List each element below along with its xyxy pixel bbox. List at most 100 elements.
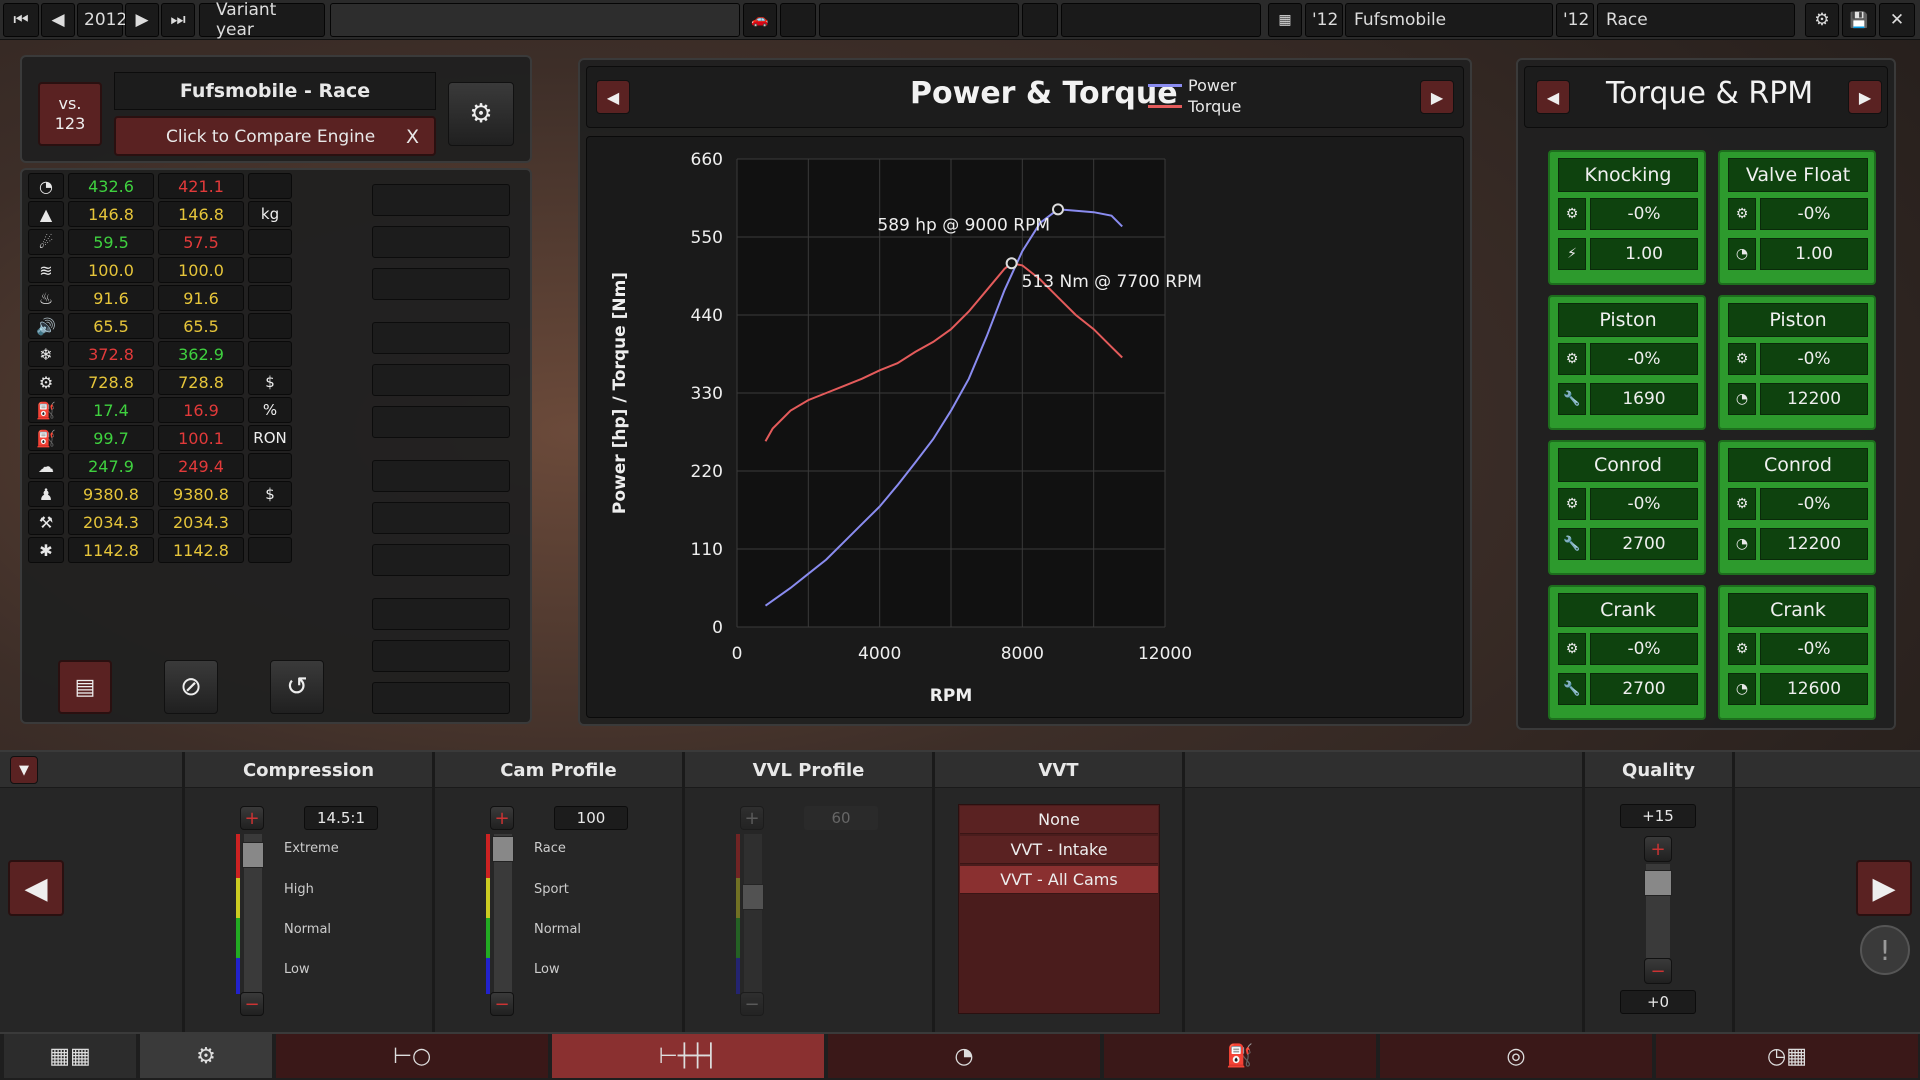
divider [182,752,185,1040]
car-icon: 🚗 [751,12,769,28]
nav-tab-top-end[interactable]: ⊢┼┼┤ [552,1034,824,1078]
speedometer-icon: ◔ [28,173,64,199]
knock-icon: ⚡ [1558,238,1586,270]
pistons-icon: ⚙ [469,99,493,129]
limit-percent: -0% [1760,488,1868,520]
stat-current-value: 2034.3 [68,509,154,535]
stats-slot-column [362,172,520,714]
y-tick-label: 550 [691,228,723,248]
gauge-icon: ◔ [1728,238,1756,270]
limit-percent: -0% [1590,488,1698,520]
slider-handle[interactable] [492,836,514,862]
clear-compare-icon[interactable]: X [406,126,419,148]
car-trim-field[interactable] [1061,3,1261,37]
collapse-button[interactable]: ▼ [10,756,38,784]
empty-slot-2[interactable] [1022,3,1058,37]
prev-year-button[interactable]: ◀ [41,3,75,37]
stat-unit [248,313,292,339]
plus-icon: + [494,807,510,829]
settings-button[interactable]: ⚙ [1805,3,1839,37]
stat-compare-value: 728.8 [158,369,244,395]
quality-min-label: +0 [1620,990,1696,1014]
stat-current-value: 728.8 [68,369,154,395]
nav-tab-aspiration[interactable]: ◔ [828,1034,1100,1078]
compression-decrease-button[interactable]: − [240,992,264,1016]
nav-tab-exhaust[interactable]: ◎ [1380,1034,1652,1078]
next-page-button[interactable]: ▶ [1856,860,1912,916]
limit-box: Crank ⚙ -0% ◔ 12600 [1718,585,1876,720]
report-button[interactable]: ▤ [58,660,112,714]
nav-tab-test[interactable]: ◷▦ [1656,1034,1918,1078]
stat-slot [372,544,510,576]
stat-current-value: 146.8 [68,201,154,227]
vvt-option-intake[interactable]: VVT - Intake [960,836,1158,864]
last-year-button[interactable]: ⏭ [161,3,195,37]
engine-family-button[interactable]: ▦ [1268,3,1302,37]
quality-handle[interactable] [1644,870,1672,896]
cam-increase-button[interactable]: + [490,806,514,830]
engine-name[interactable]: Fufsmobile [1345,3,1553,37]
nav-tab-block[interactable]: ▦▦ [4,1034,136,1078]
prev-page-button[interactable]: ◀ [8,860,64,916]
arrow-right-icon: ▶ [135,10,149,30]
vvl-profile-header: VVL Profile [752,759,865,781]
camshaft-icon: ⊢┼┼┤ [658,1043,718,1069]
x-tick-label: 0 [732,644,743,664]
compare-engine-button[interactable]: Click to Compare Engine X [114,116,436,156]
cam-profile-slider[interactable]: + − [486,806,516,1016]
limit-box: Piston ⚙ -0% ◔ 12200 [1718,295,1876,430]
stat-unit: RON [248,425,292,451]
limit-title: Conrod [1728,448,1868,482]
car-button[interactable]: 🚗 [743,3,777,37]
close-button[interactable]: ✕ [1879,3,1915,37]
next-year-button[interactable]: ▶ [125,3,159,37]
slider-handle[interactable] [242,842,264,868]
stat-compare-value: 362.9 [158,341,244,367]
vvt-option-all-cams[interactable]: VVT - All Cams [960,866,1158,894]
graph-prev-button[interactable]: ◀ [596,80,630,114]
limit-box: Knocking ⚙ -0% ⚡ 1.00 [1548,150,1706,285]
quality-decrease-button[interactable]: − [1644,958,1672,984]
level-bar-yellow [236,878,240,918]
nav-tab-head[interactable]: ⚙ [140,1034,272,1078]
save-button[interactable]: 💾 [1842,3,1876,37]
level-bar-blue [236,958,240,994]
torque-rpm-next-button[interactable]: ▶ [1848,80,1882,114]
limit-box: Valve Float ⚙ -0% ◔ 1.00 [1718,150,1876,285]
nav-tab-bottom-end[interactable]: ⊢○ [276,1034,548,1078]
engine-select-button[interactable]: ⚙ [448,82,514,146]
torque-rpm-prev-button[interactable]: ◀ [1536,80,1570,114]
variant-name[interactable]: Race [1597,3,1795,37]
stat-compare-value: 1142.8 [158,537,244,563]
warning-button[interactable]: ! [1860,925,1910,975]
divider [1732,752,1735,1040]
stat-compare-value: 65.5 [158,313,244,339]
vvt-option-none[interactable]: None [960,806,1158,834]
minus-icon: − [494,993,510,1015]
compression-slider[interactable]: + − [236,806,266,1016]
stat-slot [372,682,510,714]
empty-slot-1[interactable] [780,3,816,37]
divider [682,752,685,1040]
cam-decrease-button[interactable]: − [490,992,514,1016]
stat-slot [372,226,510,258]
first-year-button[interactable]: ⏮ [3,3,39,37]
compression-increase-button[interactable]: + [240,806,264,830]
production-units-icon: ⚒ [28,509,64,535]
engineering-cost-icon: ♟ [28,481,64,507]
peak-marker [1052,203,1064,216]
vs-button[interactable]: vs. 123 [38,82,102,146]
car-model-field[interactable] [819,3,1019,37]
stat-unit: % [248,397,292,423]
graph-next-button[interactable]: ▶ [1420,80,1454,114]
nav-tab-fuel[interactable]: ⛽ [1104,1034,1376,1078]
minus-icon: − [1650,960,1666,982]
limit-title: Knocking [1558,158,1698,192]
checkered-flag-icon: ◷▦ [1767,1043,1807,1069]
stats-list: ◔ 432.6 421.1 ▲ 146.8 146.8 kg ☄ 59.5 57.5 ≋ 100.0 1… [28,172,368,648]
disable-button[interactable]: ⊘ [164,660,218,714]
torque-icon: ⚙ [1728,633,1756,665]
stat-compare-value: 100.0 [158,257,244,283]
reset-button[interactable]: ↺ [270,660,324,714]
quality-increase-button[interactable]: + [1644,836,1672,862]
